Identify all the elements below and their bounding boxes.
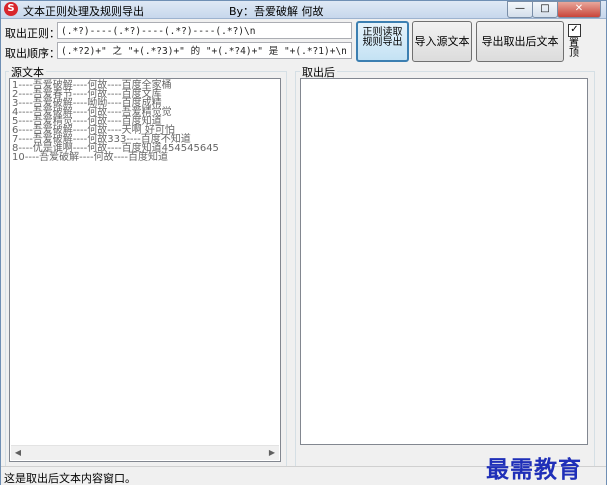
app-logo-icon: S: [4, 2, 18, 16]
extract-regex-label: 取出正则：: [5, 27, 60, 40]
import-source-button[interactable]: 导入源文本: [412, 21, 472, 62]
source-textarea[interactable]: 1----吾爱破解----何故----百度全家桶 2----吾爱春节----何故-…: [9, 78, 281, 462]
extract-order-input[interactable]: (.*?2)+" 之 "+(.*?3)+" 的 "+(.*?4)+" 是 "+(…: [57, 42, 352, 59]
source-line: 10----吾爱破解----何故----百度知道: [12, 152, 169, 163]
minimize-button[interactable]: —: [507, 1, 533, 18]
window-title: 文本正则处理及规则导出: [23, 5, 144, 18]
watermark-logo: 最需教育: [486, 456, 582, 483]
export-result-button[interactable]: 导出取出后文本: [476, 21, 564, 62]
scroll-right-icon[interactable]: ▶: [265, 446, 279, 460]
scroll-left-icon[interactable]: ◀: [11, 446, 25, 460]
author-text: By：吾爱破解 何故: [229, 5, 324, 18]
extract-regex-input[interactable]: (.*?)----(.*?)----(.*?)----(.*?)\n: [57, 22, 352, 39]
main-window: S 文本正则处理及规则导出 By：吾爱破解 何故 — □ ✕ 取出正则： (.*…: [0, 0, 607, 485]
title-bar[interactable]: S 文本正则处理及规则导出 By：吾爱破解 何故 — □ ✕: [1, 1, 606, 19]
status-text: 这是取出后文本内容窗口。: [4, 472, 136, 485]
maximize-button[interactable]: □: [532, 1, 558, 18]
topmost-checkbox[interactable]: ✓: [568, 24, 581, 37]
result-textarea[interactable]: [300, 78, 588, 445]
source-lines: 1----吾爱破解----何故----百度全家桶 2----吾爱春节----何故-…: [12, 81, 219, 163]
extract-order-label: 取出顺序：: [5, 47, 60, 60]
source-horizontal-scrollbar[interactable]: ◀ ▶: [11, 445, 279, 460]
topmost-label: 置顶: [569, 38, 579, 59]
close-button[interactable]: ✕: [557, 1, 601, 18]
regex-read-export-button[interactable]: 正则读取 规则导出: [356, 21, 409, 62]
